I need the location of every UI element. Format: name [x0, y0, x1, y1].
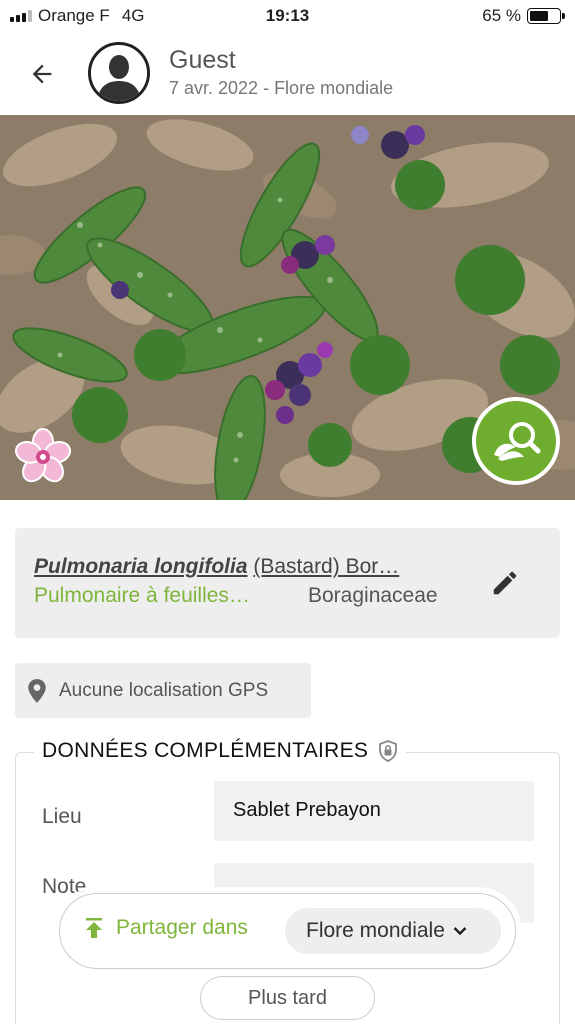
- plant-search-icon: [494, 422, 541, 461]
- shield-lock-icon: [379, 740, 398, 762]
- battery-level: [530, 11, 549, 21]
- chevron-down-icon: [453, 927, 467, 936]
- avatar[interactable]: [88, 42, 150, 104]
- battery-info: 65 %: [482, 6, 565, 26]
- share-label: Partager dans: [116, 916, 248, 939]
- destination-select[interactable]: Flore mondiale: [285, 908, 501, 954]
- observation-header: Guest 7 avr. 2022 - Flore mondiale: [0, 38, 575, 110]
- location-pin-icon: [28, 678, 46, 703]
- gps-location-button[interactable]: Aucune localisation GPS: [15, 663, 311, 718]
- pink-flower-icon: [14, 428, 72, 486]
- person-silhouette-icon: [91, 45, 147, 101]
- lieu-field[interactable]: Sablet Prebayon: [214, 781, 534, 841]
- pencil-icon: [493, 571, 517, 595]
- common-name: Pulmonaire à feuilles…: [34, 584, 250, 607]
- lieu-label: Lieu: [42, 805, 82, 828]
- battery-icon: [527, 8, 565, 24]
- identify-button[interactable]: [472, 397, 560, 485]
- user-name: Guest: [169, 46, 236, 74]
- scientific-name: Pulmonaria longifolia: [34, 555, 248, 578]
- section-title: DONNÉES COMPLÉMENTAIRES: [34, 739, 407, 763]
- arrow-left-icon: [32, 64, 52, 84]
- note-label: Note: [42, 875, 87, 898]
- share-bar: Partager dans Flore mondiale: [59, 893, 516, 969]
- species-card[interactable]: Pulmonaria longifolia (Bastard) Bor… Pul…: [15, 528, 560, 638]
- back-button[interactable]: [22, 54, 62, 94]
- share-button[interactable]: Partager dans: [84, 916, 248, 940]
- section-title-text: DONNÉES COMPLÉMENTAIRES: [42, 739, 369, 762]
- edit-species-button[interactable]: [488, 566, 522, 600]
- gps-label: Aucune localisation GPS: [59, 679, 269, 701]
- status-bar: Orange F 4G 19:13 65 %: [0, 0, 575, 32]
- species-author: (Bastard) Bor…: [253, 555, 400, 578]
- scientific-name-line: Pulmonaria longifolia (Bastard) Bor…: [34, 555, 399, 579]
- destination-value: Flore mondiale: [306, 919, 445, 942]
- battery-percent: 65 %: [482, 6, 521, 25]
- upload-arrow-icon: [86, 918, 102, 938]
- family-name: Boraginaceae: [308, 584, 438, 607]
- later-button[interactable]: Plus tard: [200, 976, 375, 1020]
- observation-date-project: 7 avr. 2022 - Flore mondiale: [169, 78, 394, 98]
